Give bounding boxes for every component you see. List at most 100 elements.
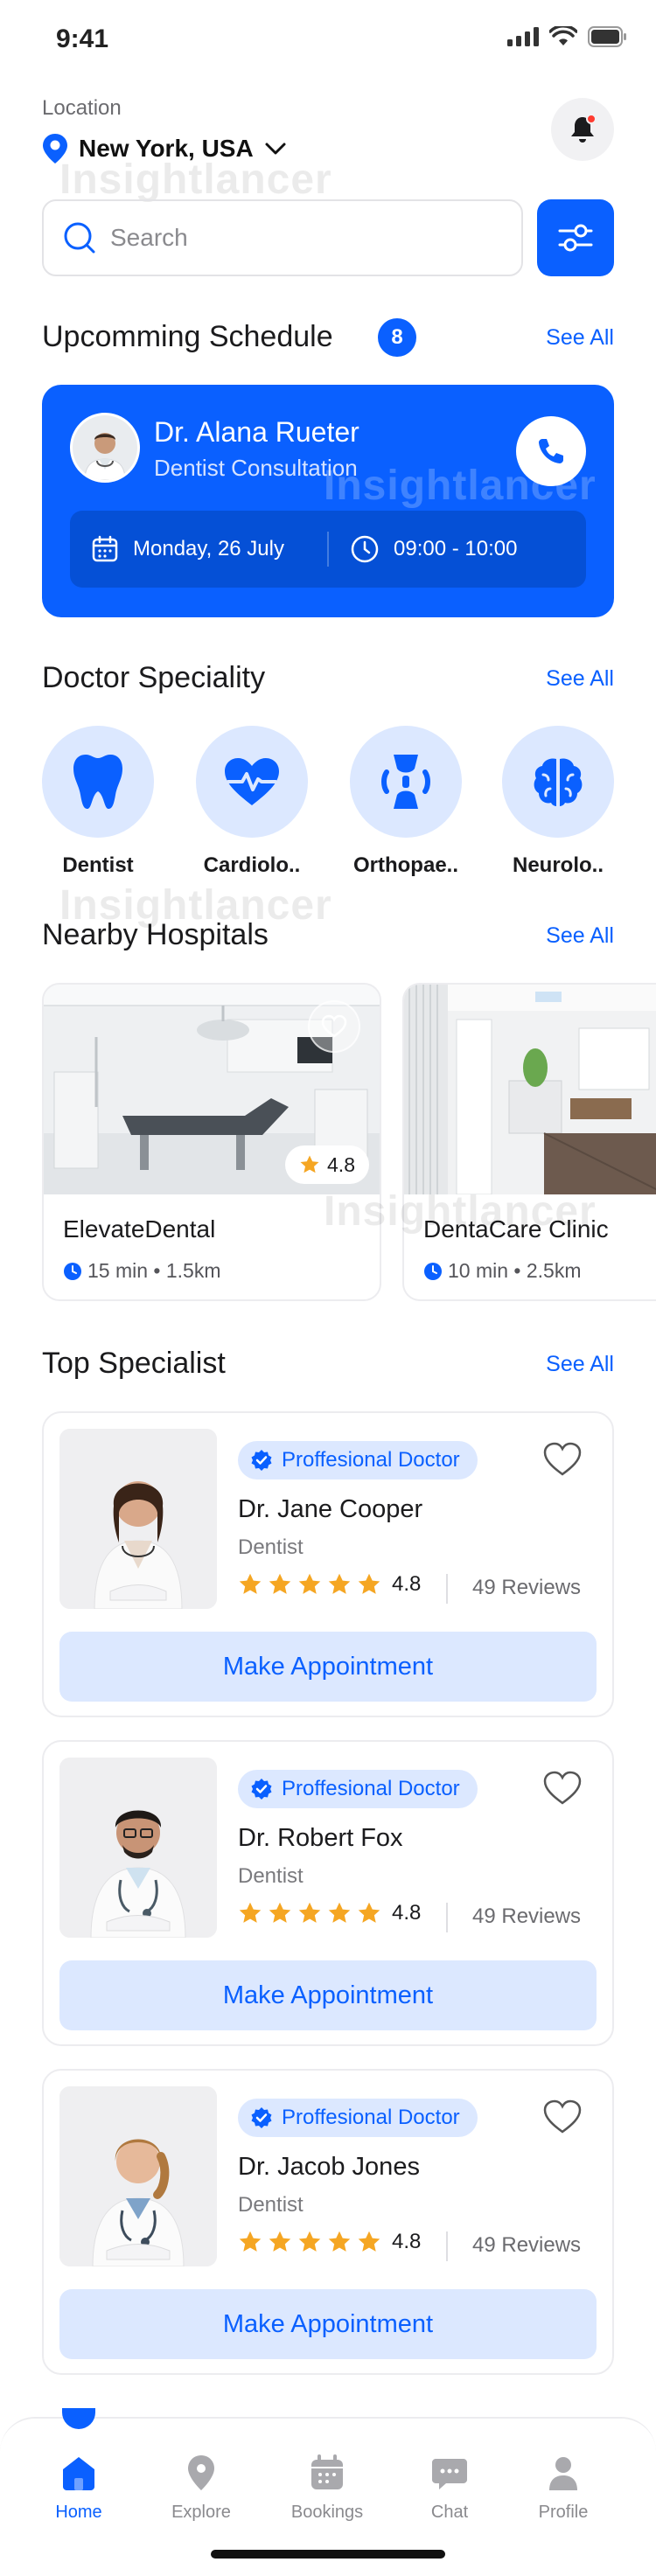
search-icon <box>64 222 95 254</box>
nav-item-chat[interactable]: Chat <box>397 2454 502 2523</box>
hospital-card[interactable]: DentaCare Clinic 10 min • 2.5km <box>402 983 656 1301</box>
favorite-button[interactable] <box>542 1770 583 1807</box>
call-button[interactable] <box>516 416 586 486</box>
speciality-see-all-link[interactable]: See All <box>546 666 614 692</box>
nav-item-bookings[interactable]: Bookings <box>275 2454 380 2523</box>
nav-item-profile[interactable]: Profile <box>511 2454 616 2523</box>
star-icon <box>269 1902 291 1923</box>
filter-button[interactable] <box>537 199 614 276</box>
location-label: Location <box>42 96 122 120</box>
star-icon <box>269 1573 291 1594</box>
map-pin-icon <box>188 2455 214 2490</box>
clock-icon <box>351 535 379 563</box>
doctor-role: Dentist <box>238 1535 304 1559</box>
star-icon <box>358 2231 380 2252</box>
hospital-meta: 15 min • 1.5km <box>63 1259 221 1283</box>
heart-outline-icon <box>543 1442 582 1476</box>
speciality-neurology[interactable]: Neurolo.. <box>502 726 614 878</box>
star-rating: 4.8 <box>238 1901 421 1925</box>
doctor-photo <box>59 2086 217 2266</box>
rating-value: 4.8 <box>392 2230 422 2253</box>
heart-outline-icon <box>543 1771 582 1805</box>
speciality-dentist[interactable]: Dentist <box>42 726 154 878</box>
bone-joint-icon <box>381 755 430 809</box>
star-icon <box>298 1902 321 1923</box>
schedule-info-bar: Monday, 26 July 09:00 - 10:00 <box>70 511 586 588</box>
hospital-image <box>404 985 656 1194</box>
star-icon <box>239 1573 262 1594</box>
clock-icon <box>64 1262 81 1280</box>
battery-icon <box>588 26 626 47</box>
verified-icon <box>251 1779 272 1800</box>
star-icon <box>239 2231 262 2252</box>
specialist-card[interactable]: Proffesional Doctor Dr. Jane Cooper Dent… <box>42 1411 614 1717</box>
verified-icon <box>251 2107 272 2128</box>
star-icon <box>328 1573 351 1594</box>
review-count: 49 Reviews <box>472 1904 582 1928</box>
speciality-orthopaedic[interactable]: Orthopae.. <box>350 726 462 878</box>
star-rating: 4.8 <box>238 2230 421 2254</box>
wifi-icon <box>549 26 577 45</box>
specialist-card[interactable]: Proffesional Doctor Dr. Jacob Jones Dent… <box>42 2069 614 2375</box>
hospital-meta: 10 min • 2.5km <box>423 1259 582 1283</box>
schedule-date: Monday, 26 July <box>133 537 284 560</box>
calendar-icon <box>92 535 118 562</box>
hospital-card[interactable]: 4.8 ElevateDental 15 min • 1.5km <box>42 983 381 1301</box>
avatar <box>70 413 140 483</box>
chevron-down-icon <box>265 143 286 155</box>
schedule-see-all-link[interactable]: See All <box>546 325 614 351</box>
doctor-role: Dentist <box>238 2193 304 2217</box>
review-count: 49 Reviews <box>472 2233 582 2257</box>
doctor-name: Dr. Jane Cooper <box>238 1495 423 1523</box>
heart-outline-icon <box>321 1014 347 1038</box>
doctor-name: Dr. Robert Fox <box>238 1824 403 1852</box>
schedule-date-block: Monday, 26 July <box>70 535 327 563</box>
doctor-name: Dr. Jacob Jones <box>238 2153 420 2181</box>
star-icon <box>239 1902 262 1923</box>
phone-icon <box>539 439 563 463</box>
search-input[interactable] <box>110 224 478 252</box>
nav-item-home[interactable]: Home <box>26 2408 131 2523</box>
calendar-icon <box>311 2454 343 2489</box>
specialists-title: Top Specialist <box>42 1347 226 1380</box>
speciality-cardiology[interactable]: Cardiolo.. <box>196 726 308 878</box>
signal-icon <box>507 27 539 46</box>
star-icon <box>300 1155 319 1173</box>
doctor-role: Dentist <box>238 1864 304 1888</box>
favorite-button[interactable] <box>308 1000 360 1053</box>
schedule-time: 09:00 - 10:00 <box>394 537 518 560</box>
tooth-icon <box>73 755 122 809</box>
hospital-image: 4.8 <box>44 985 380 1194</box>
hospitals-title: Nearby Hospitals <box>42 918 269 951</box>
watermark-text: Insightlancer <box>324 1188 597 1235</box>
favorite-button[interactable] <box>542 1441 583 1478</box>
clock-icon <box>424 1262 442 1280</box>
watermark-text: Insightlancer <box>59 157 332 203</box>
verified-icon <box>251 1450 272 1471</box>
make-appointment-button[interactable]: Make Appointment <box>59 2289 597 2359</box>
specialists-see-all-link[interactable]: See All <box>546 1352 614 1377</box>
professional-badge: Proffesional Doctor <box>238 1770 478 1808</box>
rating-value: 4.8 <box>392 1572 422 1596</box>
divider <box>446 1574 448 1604</box>
professional-badge: Proffesional Doctor <box>238 2099 478 2137</box>
notification-button[interactable] <box>551 98 614 161</box>
divider <box>446 1903 448 1932</box>
chat-icon <box>432 2459 467 2489</box>
star-icon <box>328 2231 351 2252</box>
schedule-card[interactable]: Dr. Alana Rueter Dentist Consultation In… <box>42 385 614 617</box>
star-icon <box>298 1573 321 1594</box>
doctor-photo <box>59 1429 217 1609</box>
make-appointment-button[interactable]: Make Appointment <box>59 1960 597 2030</box>
specialist-card[interactable]: Proffesional Doctor Dr. Robert Fox Denti… <box>42 1740 614 2046</box>
status-icons <box>507 26 628 47</box>
favorite-button[interactable] <box>542 2099 583 2135</box>
active-indicator <box>62 2408 95 2429</box>
schedule-doctor-name: Dr. Alana Rueter <box>154 416 359 448</box>
make-appointment-button[interactable]: Make Appointment <box>59 1632 597 1702</box>
hospitals-see-all-link[interactable]: See All <box>546 923 614 949</box>
star-rating: 4.8 <box>238 1572 421 1597</box>
star-icon <box>358 1902 380 1923</box>
nav-item-explore[interactable]: Explore <box>149 2454 254 2523</box>
search-bar[interactable] <box>42 199 523 276</box>
